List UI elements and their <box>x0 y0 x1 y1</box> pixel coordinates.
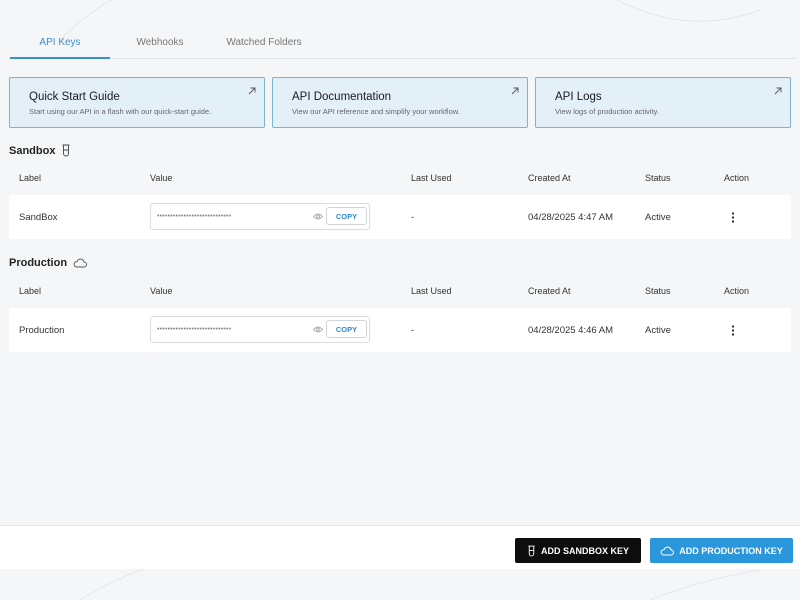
add-sandbox-key-button[interactable]: ADD SANDBOX KEY <box>515 538 641 563</box>
column-header-status: Status <box>645 173 671 183</box>
kebab-icon <box>731 211 735 223</box>
footer-bar: ADD SANDBOX KEY ADD PRODUCTION KEY <box>0 525 800 569</box>
sandbox-section-title: Sandbox <box>9 144 71 157</box>
column-header-label: Label <box>19 286 42 296</box>
api-key-field: •••••••••••••••••••••••••••• COPY <box>150 203 370 230</box>
table-row: SandBox •••••••••••••••••••••••••••• COP… <box>9 195 791 239</box>
eye-icon[interactable] <box>313 325 323 334</box>
cloud-icon <box>660 546 675 555</box>
created-at: 04/28/2025 4:47 AM <box>528 211 614 223</box>
test-tube-icon <box>528 545 535 556</box>
status-text: Active <box>645 211 671 223</box>
tab-bar: API Keys Webhooks Watched Folders <box>10 37 796 59</box>
column-header-last-used: Last Used <box>411 286 452 296</box>
column-header-created-at: Created At <box>528 173 571 183</box>
column-header-last-used: Last Used <box>411 173 452 183</box>
last-used: - <box>411 324 415 336</box>
card-description: Start using our API in a flash with our … <box>29 107 212 116</box>
column-header-value: Value <box>150 286 173 296</box>
action-menu-button[interactable] <box>725 308 741 352</box>
api-key-masked-value: •••••••••••••••••••••••••••• <box>157 213 232 220</box>
column-header-action: Action <box>724 286 750 296</box>
production-section-title: Production <box>9 257 87 269</box>
card-title: API Documentation <box>292 91 392 103</box>
eye-icon[interactable] <box>313 212 323 221</box>
column-header-created-at: Created At <box>528 286 571 296</box>
add-production-key-button[interactable]: ADD PRODUCTION KEY <box>650 538 793 563</box>
arrow-up-right-icon <box>511 87 519 95</box>
column-header-value: Value <box>150 173 173 183</box>
arrow-up-right-icon <box>248 87 256 95</box>
quick-start-card[interactable]: Quick Start Guide Start using our API in… <box>9 77 265 128</box>
copy-button[interactable]: COPY <box>326 320 367 338</box>
section-title-text: Production <box>9 257 68 269</box>
key-label: SandBox <box>19 211 58 223</box>
card-description: View our API reference and simplify your… <box>292 107 460 116</box>
card-title: Quick Start Guide <box>29 91 120 103</box>
column-header-action: Action <box>724 173 750 183</box>
button-label: ADD SANDBOX KEY <box>540 545 629 556</box>
column-header-status: Status <box>645 286 671 296</box>
kebab-icon <box>731 324 735 336</box>
api-key-masked-value: •••••••••••••••••••••••••••• <box>157 326 232 333</box>
tab-api-keys[interactable]: API Keys <box>10 37 110 59</box>
button-label: ADD PRODUCTION KEY <box>679 545 783 556</box>
action-menu-button[interactable] <box>725 195 741 239</box>
arrow-up-right-icon <box>774 87 782 95</box>
copy-button[interactable]: COPY <box>326 207 367 225</box>
card-description: View logs of production activity. <box>555 107 659 116</box>
column-header-label: Label <box>19 173 42 183</box>
test-tube-icon <box>62 144 70 157</box>
key-label: Production <box>19 324 65 336</box>
api-documentation-card[interactable]: API Documentation View our API reference… <box>272 77 528 128</box>
last-used: - <box>411 211 415 223</box>
api-key-field: •••••••••••••••••••••••••••• COPY <box>150 316 370 343</box>
api-logs-card[interactable]: API Logs View logs of production activit… <box>535 77 791 128</box>
created-at: 04/28/2025 4:46 AM <box>528 324 614 336</box>
section-title-text: Sandbox <box>9 144 56 157</box>
card-title: API Logs <box>555 91 602 103</box>
status-text: Active <box>645 324 671 336</box>
quick-links: Quick Start Guide Start using our API in… <box>9 77 791 128</box>
cloud-icon <box>73 258 87 268</box>
tab-watched-folders[interactable]: Watched Folders <box>210 37 318 59</box>
table-row: Production •••••••••••••••••••••••••••• … <box>9 308 791 352</box>
tab-webhooks[interactable]: Webhooks <box>110 37 210 59</box>
